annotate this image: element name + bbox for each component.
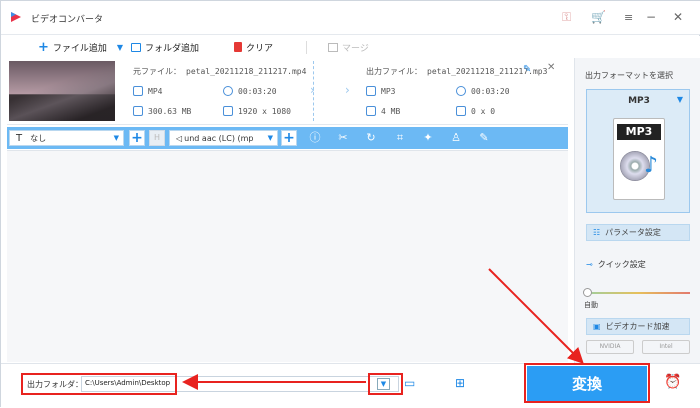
annotation-arrows	[182, 268, 584, 390]
arrow-down	[488, 268, 584, 364]
app-window: ビデオコンバータ ⚿ 🛒 ≡ − ✕ + ファイル追加 ▼ フォルダ追加 クリア…	[0, 0, 700, 408]
